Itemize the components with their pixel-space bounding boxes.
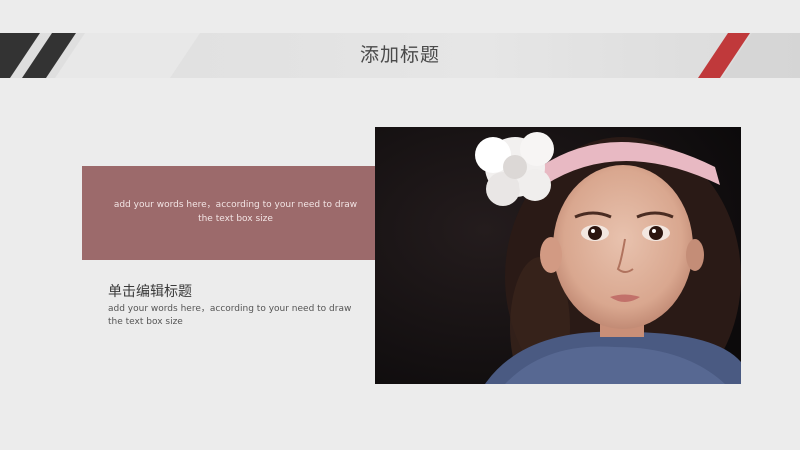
text-box-line-1: add your words here，according to your ne… (113, 200, 358, 210)
text-box-line-2: the text box size (198, 214, 273, 224)
portrait-illustration (375, 127, 741, 384)
section-title[interactable]: 单击编辑标题 (108, 281, 192, 301)
section-desc-line-1: add your words here，according to your ne… (108, 304, 352, 314)
slide: 添加标题 add your words here，according to yo… (0, 0, 800, 450)
header-title[interactable]: 添加标题 (0, 33, 800, 78)
section-desc-line-2: the text box size (108, 317, 183, 327)
girl-portrait-image (375, 127, 741, 384)
text-box-content[interactable]: add your words here，according to your ne… (108, 198, 363, 226)
section-description[interactable]: add your words here，according to your ne… (108, 303, 368, 329)
